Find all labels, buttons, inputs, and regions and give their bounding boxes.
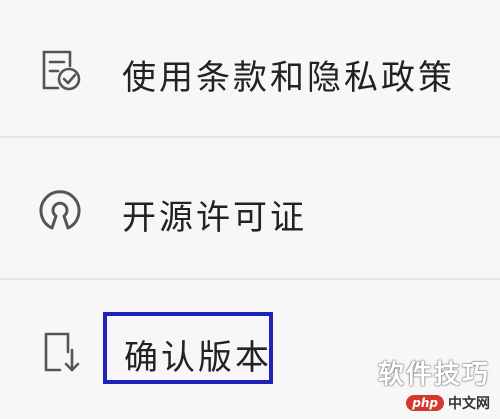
open-source-license-icon xyxy=(34,184,86,236)
settings-item-label: 使用条款和隐私政策 xyxy=(122,58,455,98)
divider xyxy=(0,278,500,280)
settings-list: 使用条款和隐私政策 开源许可证 确认版本 软件技巧 php 中文网 xyxy=(0,0,500,419)
settings-item-confirm-version[interactable]: 确认版本 xyxy=(0,282,500,418)
settings-item-label: 开源许可证 xyxy=(122,198,307,238)
settings-item-terms-privacy[interactable]: 使用条款和隐私政策 xyxy=(0,0,500,136)
settings-item-open-source-license[interactable]: 开源许可证 xyxy=(0,140,500,276)
settings-item-label: 确认版本 xyxy=(124,338,272,378)
terms-checked-doc-icon xyxy=(34,44,86,96)
divider xyxy=(0,136,500,138)
download-version-icon xyxy=(34,326,86,378)
